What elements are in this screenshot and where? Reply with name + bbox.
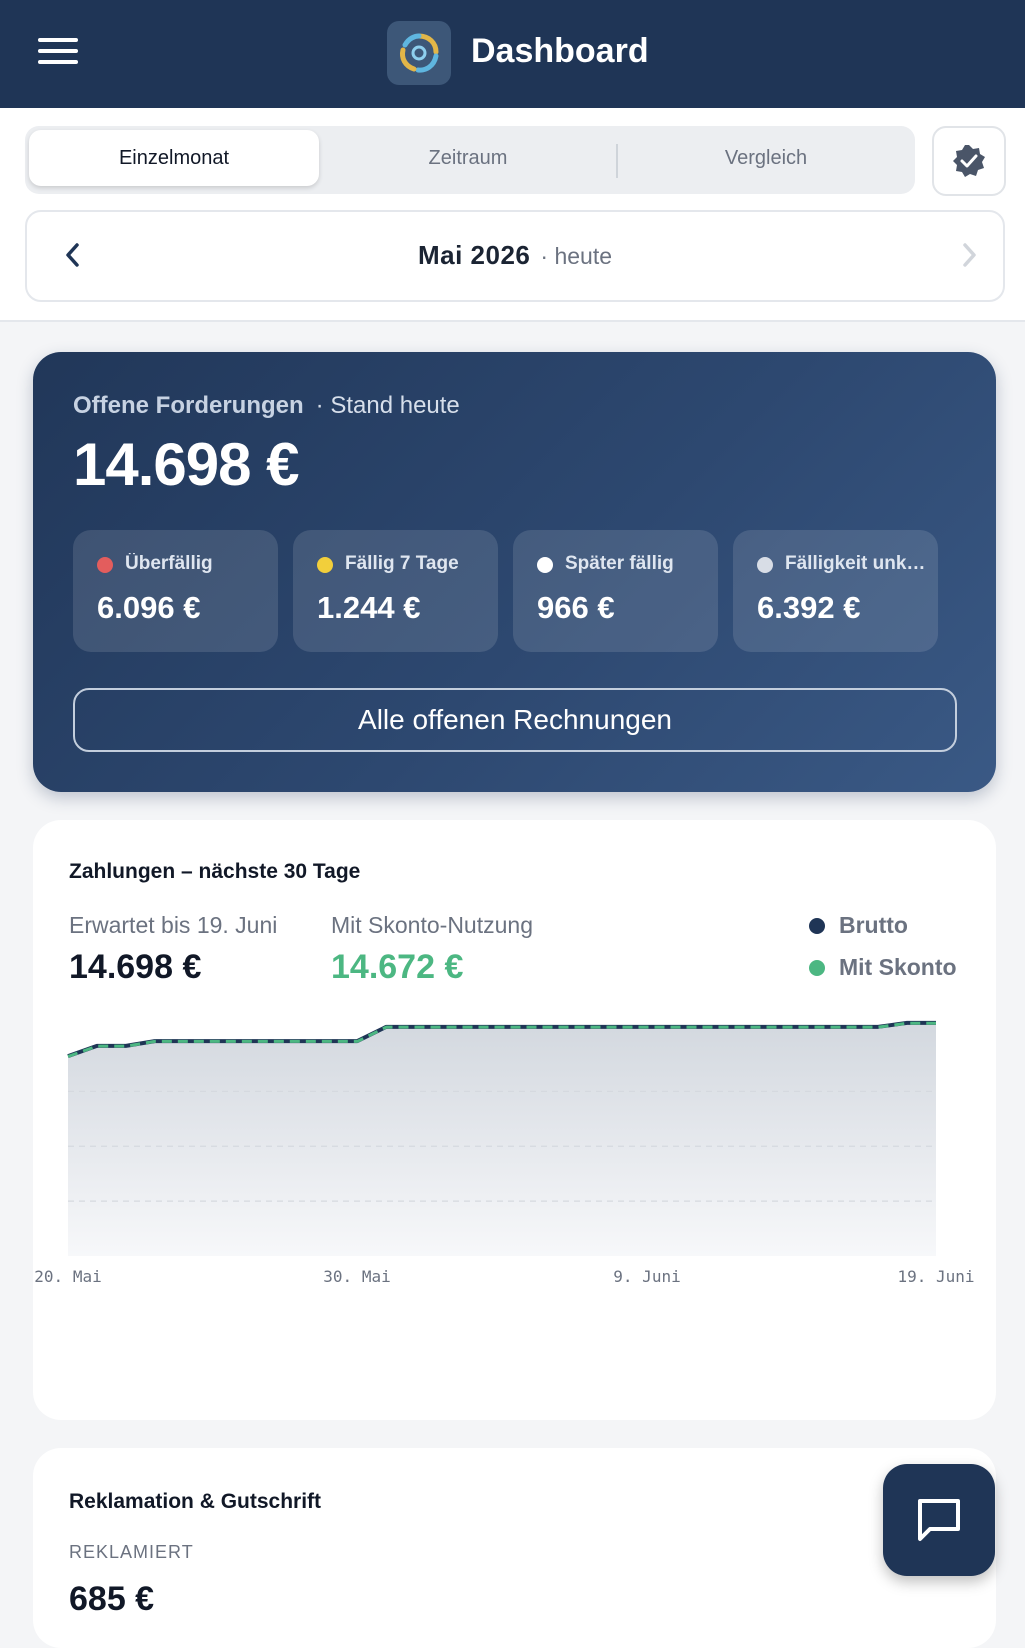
stat-due-7-days[interactable]: Fällig 7 Tage 1.244 € — [293, 530, 498, 652]
tab-vergleich[interactable]: Vergleich — [621, 130, 911, 186]
verified-badge-icon — [953, 145, 985, 177]
status-dot — [317, 557, 333, 573]
skonto-label: Mit Skonto-Nutzung — [331, 912, 533, 938]
tab-divider — [616, 144, 618, 178]
tab-einzelmonat[interactable]: Einzelmonat — [29, 130, 319, 186]
chevron-right-icon[interactable] — [953, 240, 983, 270]
complaints-title: Reklamation & Gutschrift — [69, 1490, 322, 1513]
month-sub: · heute — [540, 243, 612, 269]
hamburger-icon — [38, 38, 78, 42]
x-tick-label: 30. Mai — [323, 1267, 390, 1286]
page-title: Dashboard — [471, 32, 649, 70]
stat-overdue[interactable]: Überfällig 6.096 € — [73, 530, 278, 652]
stat-value: 6.096 € — [97, 590, 201, 625]
stat-value: 1.244 € — [317, 590, 421, 625]
complaints-card: Reklamation & Gutschrift REKLAMIERT 685 … — [33, 1448, 996, 1648]
receivables-total: 14.698 € — [73, 431, 300, 498]
stat-label: Fälligkeit unklar — [785, 553, 927, 574]
complaints-label: REKLAMIERT — [69, 1542, 194, 1562]
x-tick-label: 20. Mai — [34, 1267, 101, 1286]
stat-label: Später fällig — [565, 553, 674, 574]
payments-title: Zahlungen – nächste 30 Tage — [69, 860, 361, 883]
payments-card: Zahlungen – nächste 30 Tage Erwartet bis… — [33, 820, 996, 1420]
spiral-logo-icon — [400, 33, 439, 73]
series-area-brutto — [68, 1022, 936, 1256]
view-mode-tabs: Einzelmonat Zeitraum Vergleich — [25, 126, 915, 194]
complaints-value: 685 € — [69, 1580, 155, 1618]
stat-label: Überfällig — [125, 553, 213, 574]
legend-skonto: Mit Skonto — [809, 954, 957, 981]
legend-dot — [809, 960, 825, 976]
status-dot — [537, 557, 553, 573]
menu-button[interactable] — [38, 38, 78, 68]
x-tick-label: 9. Juni — [613, 1267, 680, 1286]
expected-label: Erwartet bis 19. Juni — [69, 912, 278, 938]
stat-label: Fällig 7 Tage — [345, 553, 459, 574]
filter-panel: Einzelmonat Zeitraum Vergleich Mai 2026 ·… — [0, 108, 1025, 322]
receivables-card: Offene Forderungen · Stand heute 14.698 €… — [33, 352, 996, 792]
current-month: Mai 2026 — [417, 240, 531, 270]
legend-dot — [809, 918, 825, 934]
receivables-title: Offene Forderungen · Stand heute — [73, 392, 460, 419]
month-navigator: Mai 2026 · heute — [25, 210, 1005, 302]
chat-icon — [918, 1499, 960, 1541]
stat-due-later[interactable]: Später fällig 966 € — [513, 530, 718, 652]
stat-value: 966 € — [537, 590, 615, 625]
app-header: Dashboard — [0, 0, 1025, 108]
chat-button[interactable] — [883, 1464, 995, 1576]
receivables-sub: · Stand heute — [315, 392, 460, 419]
tab-zeitraum[interactable]: Zeitraum — [325, 130, 611, 186]
x-tick-label: 19. Juni — [897, 1267, 974, 1286]
verified-button[interactable] — [932, 126, 1006, 196]
payments-chart: 20. Mai 30. Mai 9. Juni 19. Juni — [34, 1020, 975, 1286]
status-dot — [97, 557, 113, 573]
legend-brutto: Brutto — [809, 912, 908, 939]
stat-due-unknown[interactable]: Fälligkeit unklar 6.392 € — [733, 530, 938, 652]
month-label: Mai 2026 · heute — [27, 240, 1003, 271]
stat-value: 6.392 € — [757, 590, 861, 625]
status-dot — [757, 557, 773, 573]
app-logo — [387, 21, 451, 85]
expected-value: 14.698 € — [69, 948, 202, 986]
all-open-invoices-button[interactable]: Alle offenen Rechnungen — [73, 688, 957, 752]
skonto-value: 14.672 € — [331, 948, 464, 986]
